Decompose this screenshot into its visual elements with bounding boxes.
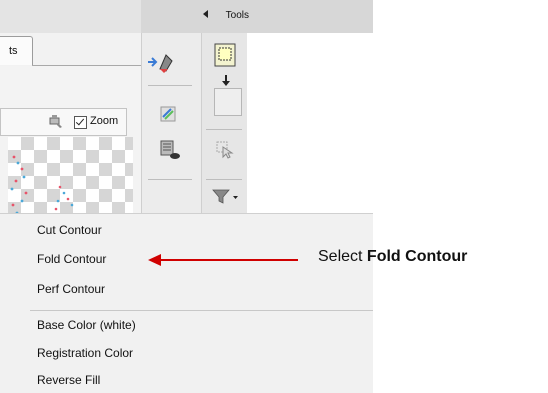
menu-item-fold-contour[interactable]: Fold Contour: [37, 252, 106, 266]
layers-view-icon[interactable]: [159, 139, 181, 161]
panel-tab[interactable]: ts: [0, 36, 33, 65]
menu-item-base-color[interactable]: Base Color (white): [37, 318, 136, 332]
menu-item-registration-color[interactable]: Registration Color: [37, 346, 133, 360]
contour-type-menu: [0, 213, 373, 393]
tools-separator: [148, 179, 192, 180]
tools-separator: [206, 129, 242, 130]
callout-emphasis: Fold Contour: [366, 248, 468, 265]
tools-column-left: [141, 33, 202, 213]
zoom-checkbox[interactable]: [74, 116, 87, 129]
annotation-arrow-line: [160, 259, 298, 261]
top-toolbar-strip: Tools: [0, 0, 373, 33]
tools-separator: [148, 85, 192, 86]
tools-column-right: [201, 33, 247, 213]
arrow-down-icon: [222, 75, 230, 86]
tools-separator: [206, 179, 242, 180]
callout-prefix: Select: [318, 248, 367, 265]
application-window: Tools ts Zoom Cut Contour Fold Contour P…: [0, 0, 373, 393]
funnel-dropdown-icon[interactable]: [212, 188, 242, 204]
left-panel-header: [0, 0, 141, 33]
tools-label[interactable]: Tools: [226, 10, 249, 21]
annotation-callout: Select Fold Contour: [318, 248, 467, 266]
menu-item-perf-contour[interactable]: Perf Contour: [37, 282, 105, 296]
selection-preview-box: [214, 88, 242, 116]
menu-separator: [30, 310, 373, 311]
zoom-label: Zoom: [90, 115, 119, 127]
stamp-icon[interactable]: [48, 114, 64, 130]
panel-tab-label: ts: [9, 45, 18, 57]
menu-item-cut-contour[interactable]: Cut Contour: [37, 223, 102, 237]
select-arrow-icon[interactable]: [216, 141, 234, 159]
tools-panel-header: [141, 0, 373, 33]
fill-pattern-icon[interactable]: [159, 105, 179, 125]
eraser-icon[interactable]: [146, 49, 174, 75]
menu-item-reverse-fill[interactable]: Reverse Fill: [37, 373, 100, 387]
contour-tool-icon[interactable]: [214, 43, 236, 67]
collapse-arrow-icon[interactable]: [203, 10, 208, 18]
